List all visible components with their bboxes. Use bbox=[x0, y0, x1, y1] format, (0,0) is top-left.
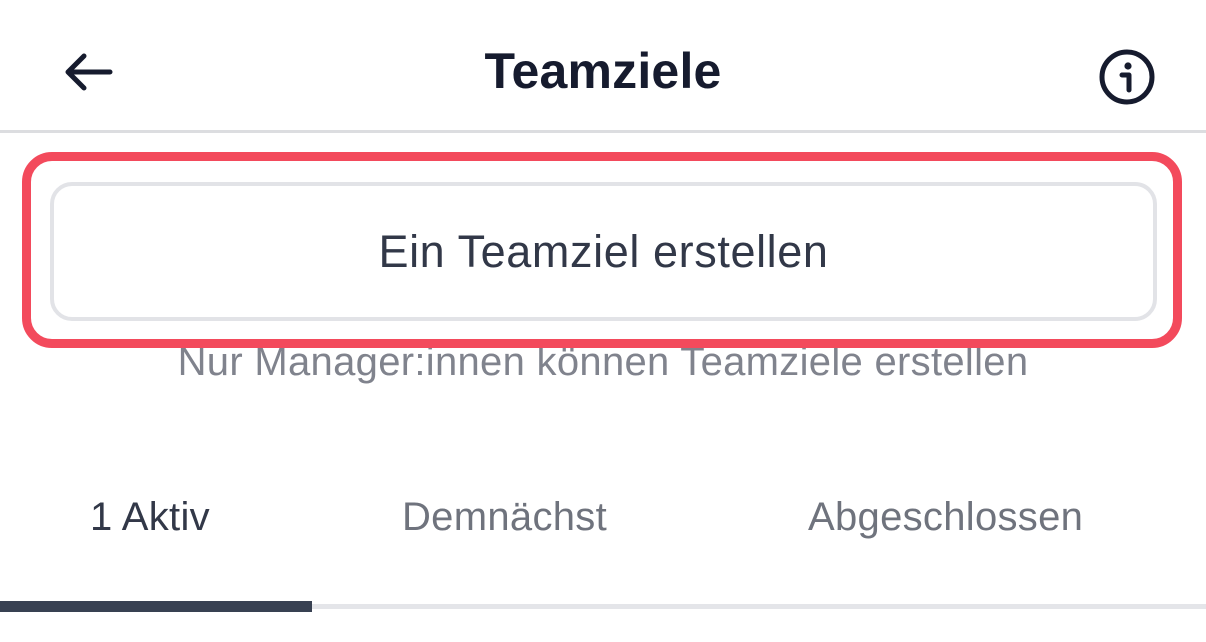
tab-upcoming[interactable]: Demnächst bbox=[402, 495, 607, 540]
top-app-bar: Teamziele bbox=[0, 0, 1206, 133]
tab-active[interactable]: 1 Aktiv bbox=[90, 495, 210, 540]
goal-tabs: 1 Aktiv Demnächst Abgeschlossen bbox=[0, 470, 1206, 610]
info-button[interactable] bbox=[1096, 46, 1158, 108]
tab-indicator bbox=[0, 601, 312, 612]
create-team-goal-button[interactable]: Ein Teamziel erstellen bbox=[50, 182, 1157, 321]
info-circle-icon bbox=[1099, 49, 1155, 105]
page-title: Teamziele bbox=[484, 43, 722, 99]
tab-completed[interactable]: Abgeschlossen bbox=[808, 495, 1083, 540]
